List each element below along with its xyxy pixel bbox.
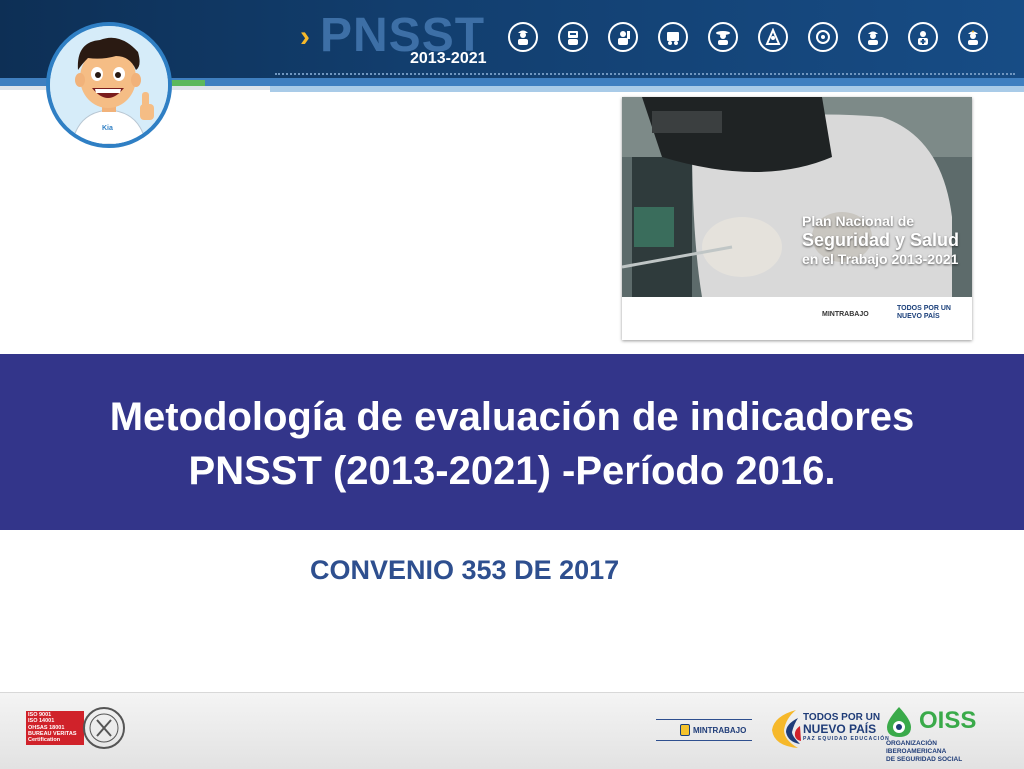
cover-slogan-logo: TODOS POR UN NUEVO PAÍS (897, 305, 951, 320)
bureau-veritas-seal-icon (83, 707, 125, 749)
mascot-avatar: Kia (46, 22, 172, 148)
oiss-subtitle-line2: DE SEGURIDAD SOCIAL (886, 756, 963, 763)
oiss-drop-icon (887, 707, 911, 737)
iso-certification-text: ISO 9001 ISO 14001 OHSAS 18001 BUREAU VE… (28, 712, 84, 743)
cover-ministry-logo: MINTRABAJO (822, 311, 869, 318)
cover-title-line1: Plan Nacional de (802, 213, 915, 229)
subtitle: CONVENIO 353 DE 2017 (310, 555, 620, 585)
main-title: Metodología de evaluación de indicadores… (0, 390, 1024, 498)
main-title-line2: PNSST (2013-2021) -Período 2016. (188, 449, 836, 493)
ministry-logo: MINTRABAJO (680, 724, 746, 736)
worker-icons-row (508, 22, 988, 52)
iso-line: Certification (28, 737, 61, 744)
oiss-subtitle-line1: ORGANIZACIÓN IBEROAMERICANA (886, 740, 947, 755)
health-worker-icon (908, 22, 938, 52)
nuevo-pais-mark-icon (772, 710, 801, 748)
plan-cover-image: Plan Nacional de Seguridad y Salud en el… (622, 97, 972, 340)
cover-title: Plan Nacional de Seguridad y Salud en el… (802, 213, 959, 268)
machinery-icon (658, 22, 688, 52)
cover-title-line3: en el Trabajo 2013-2021 (802, 251, 959, 267)
oiss-logo-text: OISS (919, 707, 977, 734)
header-dotted-line (275, 73, 1015, 77)
oiss-subtitle: ORGANIZACIÓN IBEROAMERICANA DE SEGURIDAD… (886, 740, 996, 764)
nuevo-pais-line3: PAZ EQUIDAD EDUCACIÓN (803, 736, 890, 742)
colombia-shield-icon (680, 724, 690, 736)
welder-icon (558, 22, 588, 52)
ministry-name: MINTRABAJO (693, 725, 747, 735)
construction-worker-icon (508, 22, 538, 52)
chevron-right-icon: › (300, 20, 310, 53)
miner-icon (958, 22, 988, 52)
mining-icon (758, 22, 788, 52)
brand-years: 2013-2021 (410, 50, 487, 67)
driver-icon (808, 22, 838, 52)
svg-text:Kia: Kia (102, 125, 113, 132)
nuevo-pais-logo-text: TODOS POR UN NUEVO PAÍS PAZ EQUIDAD EDUC… (803, 712, 890, 743)
header-light-accent (270, 86, 1024, 92)
nuevo-pais-line2: NUEVO PAÍS (803, 722, 877, 736)
cover-title-line2: Seguridad y Salud (802, 230, 960, 250)
ministry-divider-bottom (656, 740, 752, 741)
main-title-line1: Metodología de evaluación de indicadores (109, 395, 915, 439)
engineer-icon (858, 22, 888, 52)
mechanic-icon (608, 22, 638, 52)
ministry-divider-top (656, 719, 752, 720)
farmer-icon (708, 22, 738, 52)
